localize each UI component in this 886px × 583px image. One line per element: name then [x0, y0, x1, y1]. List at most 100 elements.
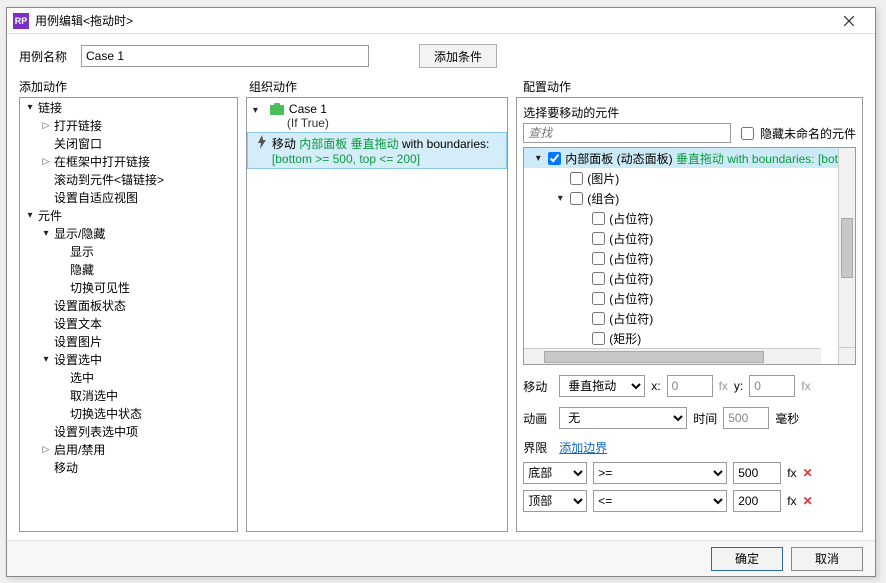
tree-item-label: (占位符)	[609, 270, 653, 287]
widget-tree-container: 内部面板 (动态面板) 垂直拖动 with boundaries: [bot (…	[523, 147, 856, 365]
tree-item[interactable]: 移动	[20, 458, 237, 476]
hide-unnamed-input[interactable]	[741, 127, 754, 140]
tree-item[interactable]: 切换可见性	[20, 278, 237, 296]
tree-item[interactable]: 切换选中状态	[20, 404, 237, 422]
tree-checkbox[interactable]	[592, 292, 605, 305]
tree-item[interactable]: 打开链接	[20, 116, 237, 134]
chevron-icon[interactable]	[40, 156, 52, 167]
delete-icon[interactable]: ✕	[803, 494, 813, 508]
move-mode-select[interactable]: 垂直拖动	[559, 375, 645, 397]
anim-row: 动画 无 时间 毫秒	[523, 407, 856, 429]
organize-panel: Case 1 (If True) 移动 内部面板 垂直拖动 with bound…	[246, 97, 508, 532]
tree-checkbox[interactable]	[592, 252, 605, 265]
tree-item[interactable]: 显示	[20, 242, 237, 260]
case-name-row: 用例名称 添加条件	[7, 34, 875, 76]
tree-checkbox[interactable]	[592, 272, 605, 285]
search-input[interactable]	[523, 123, 731, 143]
tree-row[interactable]: (占位符)	[524, 208, 838, 228]
tree-row[interactable]: (占位符)	[524, 288, 838, 308]
header-organize: 组织动作	[249, 78, 515, 95]
tree-item[interactable]: 显示/隐藏	[20, 224, 237, 242]
add-boundary-link[interactable]: 添加边界	[559, 439, 607, 456]
tree-checkbox[interactable]	[592, 332, 605, 345]
action-verb: 移动	[272, 137, 296, 151]
tree-item[interactable]: 启用/禁用	[20, 440, 237, 458]
chevron-down-icon[interactable]	[532, 153, 544, 164]
tree-item[interactable]: 设置自适应视图	[20, 188, 237, 206]
action-tree[interactable]: 链接打开链接关闭窗口在框架中打开链接滚动到元件<锚链接>设置自适应视图元件显示/…	[20, 98, 237, 531]
tree-item-label: (占位符)	[609, 250, 653, 267]
tree-row[interactable]: (矩形)	[524, 328, 838, 348]
tree-item-label: 设置列表选中项	[52, 423, 138, 440]
tree-item[interactable]: 设置列表选中项	[20, 422, 237, 440]
tree-item[interactable]: 在框架中打开链接	[20, 152, 237, 170]
fx-button[interactable]: fx	[787, 466, 796, 480]
chevron-icon[interactable]	[40, 354, 52, 365]
value-input[interactable]	[733, 462, 781, 484]
edge-select[interactable]: 顶部	[523, 490, 587, 512]
tree-row[interactable]: (占位符)	[524, 268, 838, 288]
op-select[interactable]: >=	[593, 462, 727, 484]
tree-row[interactable]: (组合)	[524, 188, 838, 208]
tree-row[interactable]: (占位符)	[524, 248, 838, 268]
columns: 链接打开链接关闭窗口在框架中打开链接滚动到元件<锚链接>设置自适应视图元件显示/…	[7, 97, 875, 540]
tree-item[interactable]: 隐藏	[20, 260, 237, 278]
chevron-icon[interactable]	[40, 228, 52, 239]
edge-select[interactable]: 底部	[523, 462, 587, 484]
chevron-icon[interactable]	[24, 102, 36, 113]
tree-checkbox[interactable]	[570, 172, 583, 185]
tree-item-label: 显示	[68, 243, 94, 260]
tree-row[interactable]: (占位符)	[524, 308, 838, 328]
op-select[interactable]: <=	[593, 490, 727, 512]
tree-row[interactable]: (图片)	[524, 168, 838, 188]
tree-item-label: 元件	[36, 207, 62, 224]
tree-row-root[interactable]: 内部面板 (动态面板) 垂直拖动 with boundaries: [bot	[524, 148, 838, 168]
window-title: 用例编辑<拖动时>	[35, 12, 829, 29]
tree-item[interactable]: 链接	[20, 98, 237, 116]
tree-item[interactable]: 设置图片	[20, 332, 237, 350]
horizontal-scrollbar[interactable]	[524, 348, 821, 364]
tree-item[interactable]: 取消选中	[20, 386, 237, 404]
tree-checkbox[interactable]	[592, 212, 605, 225]
tree-item-label: 显示/隐藏	[52, 225, 105, 242]
chevron-down-icon[interactable]	[253, 102, 265, 116]
anim-mode-select[interactable]: 无	[559, 407, 687, 429]
delete-icon[interactable]: ✕	[803, 466, 813, 480]
action-row[interactable]: 移动 内部面板 垂直拖动 with boundaries: [bottom >=…	[247, 132, 507, 169]
tree-item-label: (占位符)	[609, 210, 653, 227]
tree-item[interactable]: 设置文本	[20, 314, 237, 332]
tree-item-label: (图片)	[587, 170, 619, 187]
close-icon	[844, 16, 854, 26]
close-button[interactable]	[829, 9, 869, 33]
value-input[interactable]	[733, 490, 781, 512]
vertical-scrollbar[interactable]	[838, 148, 855, 364]
hide-unnamed-checkbox[interactable]: 隐藏未命名的元件	[737, 124, 856, 143]
tree-item[interactable]: 设置面板状态	[20, 296, 237, 314]
tree-item[interactable]: 选中	[20, 368, 237, 386]
column-headers: 添加动作 组织动作 配置动作	[7, 78, 875, 97]
widget-tree[interactable]: 内部面板 (动态面板) 垂直拖动 with boundaries: [bot (…	[524, 148, 838, 364]
cancel-button[interactable]: 取消	[791, 547, 863, 571]
ok-button[interactable]: 确定	[711, 547, 783, 571]
tree-checkbox[interactable]	[570, 192, 583, 205]
tree-row[interactable]: (占位符)	[524, 228, 838, 248]
tree-checkbox[interactable]	[592, 312, 605, 325]
chevron-icon[interactable]	[24, 210, 36, 221]
tree-checkbox[interactable]	[548, 152, 561, 165]
tree-item-label: 设置面板状态	[52, 297, 126, 314]
chevron-icon[interactable]	[40, 120, 52, 131]
boundary-row: 底部 >= fx ✕	[523, 462, 856, 484]
tree-item[interactable]: 元件	[20, 206, 237, 224]
bolt-icon	[256, 135, 268, 149]
chevron-down-icon[interactable]	[554, 193, 566, 204]
tree-item[interactable]: 滚动到元件<锚链接>	[20, 170, 237, 188]
add-condition-button[interactable]: 添加条件	[419, 44, 497, 68]
tree-item[interactable]: 设置选中	[20, 350, 237, 368]
tree-checkbox[interactable]	[592, 232, 605, 245]
case-name-input[interactable]	[81, 45, 369, 67]
case-node[interactable]: Case 1	[247, 98, 507, 116]
tree-item[interactable]: 关闭窗口	[20, 134, 237, 152]
tree-item-label: (占位符)	[609, 230, 653, 247]
chevron-icon[interactable]	[40, 444, 52, 455]
fx-button[interactable]: fx	[787, 494, 796, 508]
